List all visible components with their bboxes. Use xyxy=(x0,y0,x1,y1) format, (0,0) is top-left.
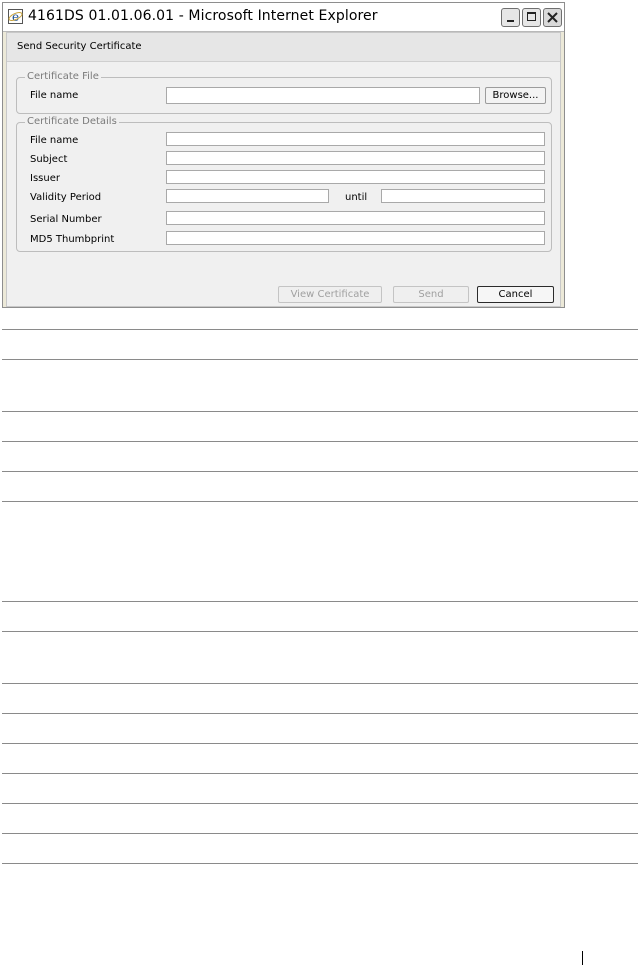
until-label: until xyxy=(345,192,368,203)
serial-number-field xyxy=(166,211,545,225)
close-icon xyxy=(547,12,558,23)
maximize-icon xyxy=(527,12,536,21)
md5-thumbprint-label: MD5 Thumbprint xyxy=(30,234,115,245)
minimize-icon xyxy=(507,20,514,22)
table-rule xyxy=(2,773,638,774)
subject-label: Subject xyxy=(30,154,68,165)
table-rule xyxy=(2,631,638,632)
window-title: 4161DS 01.01.06.01 - Microsoft Internet … xyxy=(28,8,378,24)
table-rule xyxy=(2,359,638,360)
certificate-file-legend: Certificate File xyxy=(25,71,101,82)
table-rule xyxy=(2,441,638,442)
cancel-button[interactable]: Cancel xyxy=(477,286,554,303)
table-rule xyxy=(2,863,638,864)
validity-from-field xyxy=(166,189,329,203)
serial-number-label: Serial Number xyxy=(30,214,102,225)
subject-field xyxy=(166,151,545,165)
validity-period-label: Validity Period xyxy=(30,192,102,203)
file-name-label: File name xyxy=(30,90,79,101)
table-rule xyxy=(2,329,638,330)
table-rule xyxy=(2,833,638,834)
send-button[interactable]: Send xyxy=(393,286,469,303)
table-rule xyxy=(2,743,638,744)
issuer-field xyxy=(166,170,545,184)
dialog-title: Send Security Certificate xyxy=(17,41,142,52)
details-file-name-label: File name xyxy=(30,135,79,146)
view-certificate-button[interactable]: View Certificate xyxy=(278,286,382,303)
maximize-button[interactable] xyxy=(522,8,541,27)
browse-button[interactable]: Browse... xyxy=(485,87,546,104)
certificate-details-group: Certificate Details File name Subject Is… xyxy=(16,116,552,252)
table-rule xyxy=(2,411,638,412)
close-button[interactable] xyxy=(543,8,562,27)
table-rule xyxy=(2,601,638,602)
dialog-client-area: Send Security Certificate Certificate Fi… xyxy=(6,32,561,307)
browser-window: e 4161DS 01.01.06.01 - Microsoft Interne… xyxy=(2,2,565,308)
details-file-name-field xyxy=(166,132,545,146)
table-rule xyxy=(2,713,638,714)
title-bar[interactable]: e 4161DS 01.01.06.01 - Microsoft Interne… xyxy=(3,3,564,32)
md5-thumbprint-field xyxy=(166,231,545,245)
table-rule xyxy=(2,803,638,804)
table-rule xyxy=(2,683,638,684)
page-margin-mark xyxy=(582,951,583,965)
certificate-file-group: Certificate File File name Browse... xyxy=(16,71,552,114)
certificate-details-legend: Certificate Details xyxy=(25,116,119,127)
table-rule xyxy=(2,471,638,472)
dialog-header: Send Security Certificate xyxy=(7,33,560,62)
validity-until-field xyxy=(381,189,545,203)
minimize-button[interactable] xyxy=(501,8,520,27)
table-rule xyxy=(2,501,638,502)
ie-logo-icon: e xyxy=(8,9,23,24)
issuer-label: Issuer xyxy=(30,173,60,184)
certificate-file-input[interactable] xyxy=(166,87,480,104)
